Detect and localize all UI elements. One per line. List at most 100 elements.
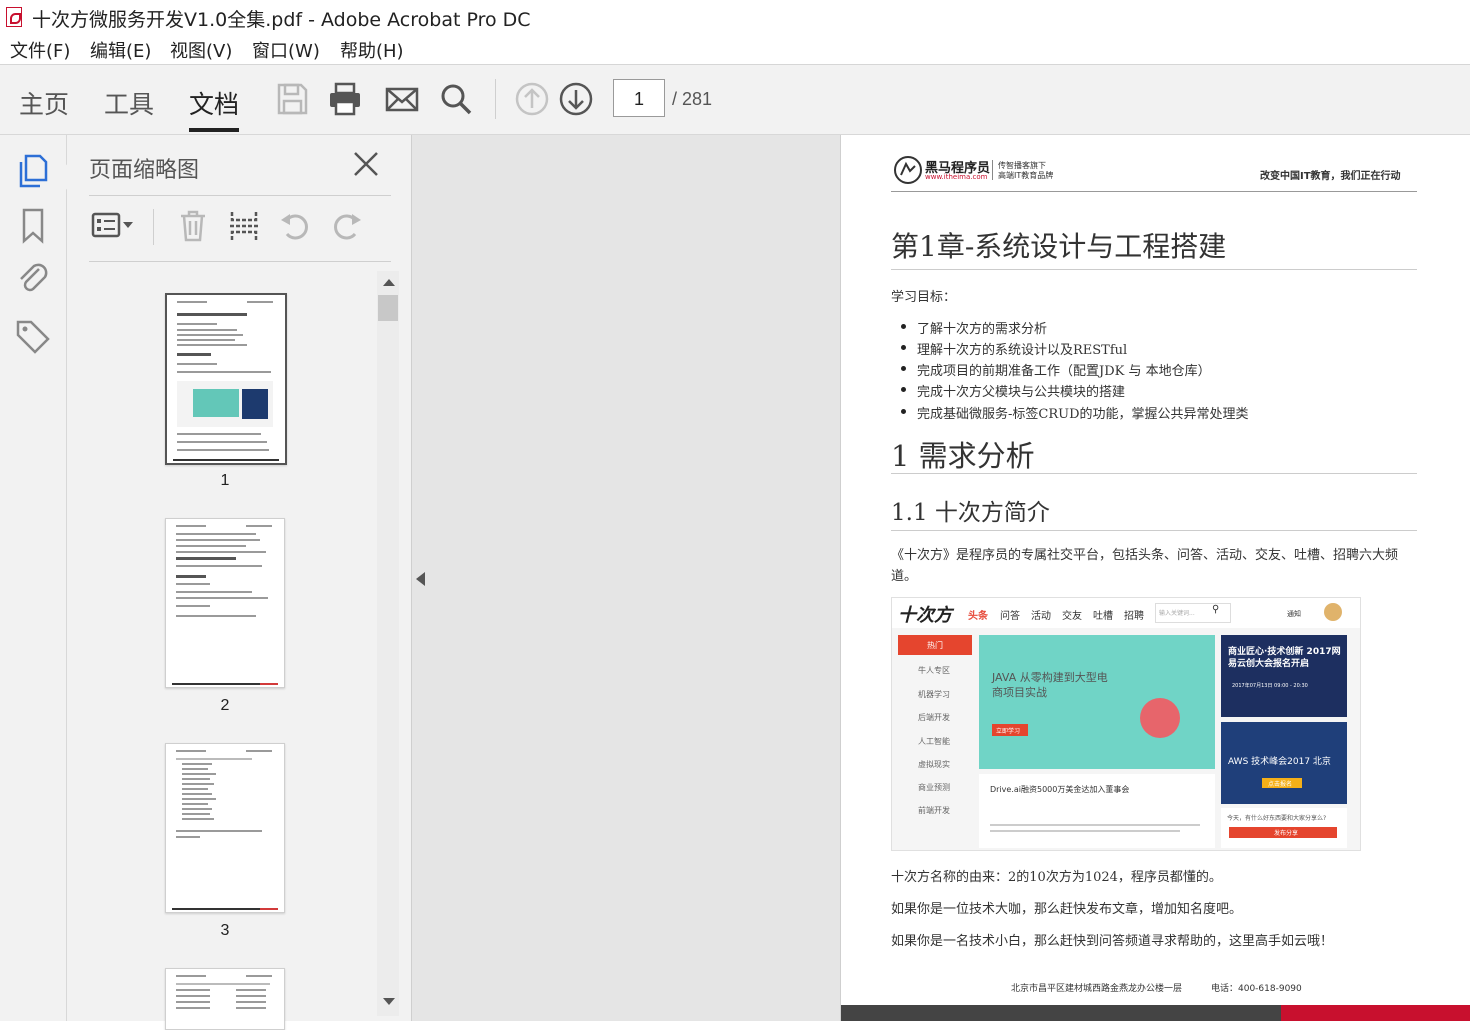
site-nav-item: 活动 (1031, 611, 1051, 622)
scroll-down-icon[interactable] (383, 998, 395, 1005)
print-icon[interactable] (327, 81, 363, 117)
thumbnail-scrollbar[interactable] (377, 271, 399, 1016)
site-side-item: 后端开发 (918, 713, 950, 722)
search-icon[interactable] (438, 81, 474, 117)
site-ad-2-title: AWS 技术峰会2017 北京 (1228, 757, 1331, 767)
rotate-cw-icon[interactable] (330, 209, 364, 243)
heading-2: 1.1 十次方简介 (891, 500, 1050, 526)
tab-document[interactable]: 文档 (189, 85, 239, 121)
thumbnail-label-2: 2 (220, 697, 230, 714)
logo-sub-2: 高端IT教育品牌 (998, 171, 1054, 180)
delete-icon[interactable] (176, 209, 210, 243)
title-bar: 十次方微服务开发V1.0全集.pdf - Adobe Acrobat Pro D… (0, 0, 1470, 34)
site-side-item: 人工智能 (918, 737, 950, 746)
page-thumbnails-panel: 页面缩略图 1 2 3 (67, 135, 412, 1030)
email-icon[interactable] (384, 81, 420, 117)
footer-phone: 电话：400-618-9090 (1211, 984, 1302, 994)
pdf-file-icon (6, 7, 22, 27)
options-icon[interactable] (91, 209, 139, 243)
site-side-item: 虚拟现实 (918, 760, 950, 769)
objective-item: 完成十次方父模块与公共模块的搭建 (917, 385, 1126, 400)
menu-view[interactable]: 视图(V) (170, 37, 232, 63)
site-nav-item: 头条 (968, 611, 988, 622)
footer-accent (1281, 1005, 1470, 1021)
site-side-item: 商业预测 (918, 783, 950, 792)
site-nav-item: 问答 (1000, 611, 1020, 622)
site-screenshot: 十次方 头条 问答 活动 交友 吐槽 招聘 输入关键词... ⚲ 通知 热门 牛… (891, 597, 1361, 851)
page-thumbnail-2[interactable] (165, 518, 285, 688)
header-slogan: 改变中国IT教育，我们正在行动 (1260, 171, 1401, 182)
site-ad-1-title: 商业匠心·技术创新 2017网易云创大会报名开启 (1228, 647, 1341, 669)
active-tab-indicator (189, 128, 239, 132)
next-page-icon[interactable] (558, 81, 594, 117)
rotate-ccw-icon[interactable] (278, 209, 312, 243)
divider (89, 195, 391, 196)
pdf-page: 黑马程序员 www.itheima.com 传智播客旗下 高端IT教育品牌 改变… (840, 135, 1470, 1021)
site-nav-item: 招聘 (1124, 611, 1144, 622)
logo-url: www.itheima.com (925, 173, 988, 181)
site-banner-title: JAVA 从零构建到大型电商项目实战 (992, 671, 1108, 699)
toolbar-separator (495, 79, 496, 119)
site-notify: 通知 (1287, 610, 1301, 618)
toolbar-separator (153, 209, 154, 245)
page-number-input[interactable]: 1 (613, 79, 665, 117)
site-ad-2-button: 点击报名 (1268, 781, 1293, 788)
site-hot-button: 热门 (927, 641, 943, 650)
tab-home[interactable]: 主页 (19, 85, 69, 121)
tag-icon[interactable] (14, 317, 52, 355)
menu-help[interactable]: 帮助(H) (340, 37, 404, 63)
prev-page-icon[interactable] (514, 81, 550, 117)
site-brand: 十次方 (898, 605, 952, 626)
site-nav-item: 交友 (1062, 611, 1082, 622)
panel-pointer (56, 163, 68, 191)
bookmark-icon[interactable] (14, 207, 52, 245)
thumbnail-label-1: 1 (220, 472, 230, 489)
attachment-icon[interactable] (14, 259, 52, 297)
objectives-label: 学习目标： (891, 290, 957, 305)
objective-item: 了解十次方的需求分析 (917, 322, 1048, 337)
chapter-title: 第1章-系统设计与工程搭建 (891, 230, 1227, 263)
footer-address: 北京市昌平区建材城西路金燕龙办公楼一层 (1011, 984, 1183, 994)
scroll-up-icon[interactable] (383, 279, 395, 286)
menu-file[interactable]: 文件(F) (10, 37, 70, 63)
menu-bar: 文件(F) 编辑(E) 视图(V) 窗口(W) 帮助(H) (0, 34, 1470, 65)
site-banner-button: 立即学习 (996, 728, 1021, 735)
page-thumbnails-icon[interactable] (14, 152, 52, 190)
page-total: / 281 (672, 89, 713, 109)
close-icon[interactable] (351, 149, 381, 179)
site-side-item: 牛人专区 (918, 666, 950, 675)
panel-title: 页面缩略图 (89, 158, 200, 183)
paragraph: 如果你是一位技术大咖，那么赶快发布文章，增加知名度吧。 (891, 902, 1243, 917)
site-nav-item: 吐槽 (1093, 611, 1113, 622)
main-toolbar: 主页 工具 文档 1 / 281 (0, 65, 1470, 135)
paragraph: 十次方名称的由来：2的10次方为1024，程序员都懂的。 (891, 870, 1222, 885)
paragraph: 如果你是一名技术小白，那么赶快到问答频道寻求帮助的，这里高手如云哦！ (891, 934, 1334, 949)
page-thumbnail-1[interactable] (165, 293, 287, 465)
objective-item: 理解十次方的系统设计以及RESTful (917, 343, 1128, 358)
objective-item: 完成项目的前期准备工作（配置JDK 与 本地仓库） (917, 364, 1211, 379)
menu-window[interactable]: 窗口(W) (252, 37, 320, 63)
collapse-panel-icon[interactable] (416, 572, 425, 586)
objective-item: 完成基础微服务-标签CRUD的功能，掌握公共异常处理类 (917, 407, 1249, 422)
site-ask-prompt: 今天，有什么好东西要和大家分享么? (1227, 815, 1327, 822)
menu-edit[interactable]: 编辑(E) (90, 37, 151, 63)
site-side-item: 前端开发 (918, 806, 950, 815)
site-avatar (1324, 603, 1342, 621)
tab-tools[interactable]: 工具 (104, 85, 154, 121)
logo-icon (894, 156, 922, 184)
heading-1: 1 需求分析 (891, 439, 1035, 473)
insert-pages-icon[interactable] (227, 209, 261, 243)
thumbnail-label-3: 3 (220, 922, 230, 939)
save-icon[interactable] (274, 81, 310, 117)
intro-paragraph: 《十次方》是程序员的专属社交平台，包括头条、问答、活动、交友、吐槽、招聘六大频道… (891, 548, 1399, 584)
navigation-rail (0, 135, 67, 1021)
site-search-placeholder: 输入关键词... (1159, 610, 1195, 617)
site-search-icon: ⚲ (1212, 604, 1220, 615)
site-side-item: 机器学习 (918, 690, 950, 699)
site-share-button: 发布分享 (1274, 830, 1299, 837)
page-thumbnail-3[interactable] (165, 743, 285, 913)
scrollbar-thumb[interactable] (378, 295, 398, 321)
site-ad-1-detail: 2017年07月13日 09:00 - 20:30 (1232, 683, 1308, 689)
site-article-title: Drive.ai融资5000万美金达加入董事会 (990, 785, 1130, 794)
divider (89, 261, 391, 262)
